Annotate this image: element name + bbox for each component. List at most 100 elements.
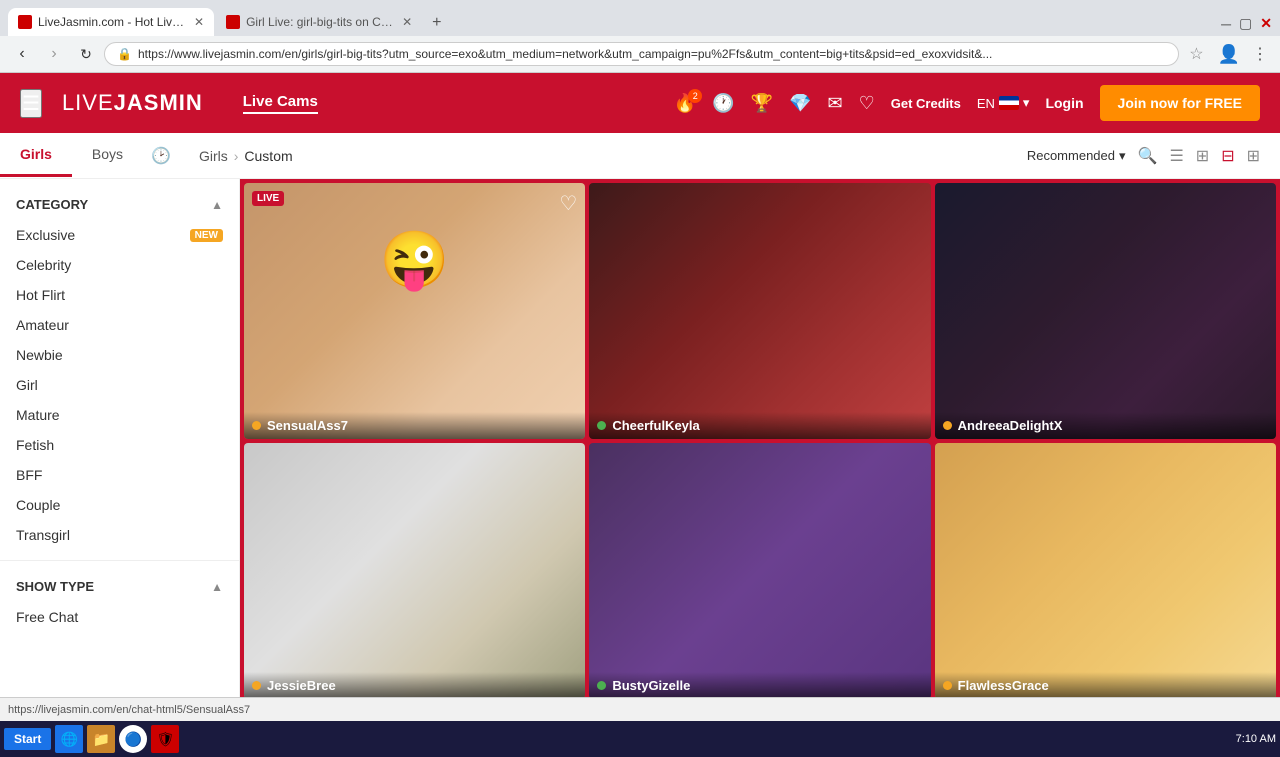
maximize-button[interactable]: ▢ <box>1239 15 1252 32</box>
breadcrumb: Girls › Custom <box>199 148 293 164</box>
category-amateur[interactable]: Amateur <box>0 310 239 340</box>
history-button[interactable]: 🕑 <box>143 138 179 174</box>
cam-card-3[interactable]: AndreeaDelightX <box>935 183 1276 439</box>
cam-card-4[interactable]: JessieBree <box>244 443 585 697</box>
heart-icon-button[interactable]: ♡ <box>859 93 875 114</box>
online-dot-1 <box>252 421 261 430</box>
taskbar: Start 🌐 📁 🔵 🛡 7:10 AM <box>0 721 1280 757</box>
category-transgirl[interactable]: Transgirl <box>0 520 239 550</box>
browser-tab-2[interactable]: Girl Live: girl-big-tits on Cam | LiveJa… <box>216 8 422 36</box>
close-window-button[interactable]: ✕ <box>1260 15 1272 32</box>
online-dot-2 <box>597 421 606 430</box>
status-url: https://livejasmin.com/en/chat-html5/Sen… <box>8 704 250 716</box>
smiley-emoji-1: 😜 <box>380 227 450 293</box>
browser-tabs: LiveJasmin.com - Hot Live Sex Sho... ✕ G… <box>0 0 1280 36</box>
category-newbie[interactable]: Newbie <box>0 340 239 370</box>
grid-small-view-button[interactable]: ⊞ <box>1247 146 1260 166</box>
login-button[interactable]: Login <box>1045 95 1083 111</box>
category-section: Category ▲ Exclusive NEW Celebrity Hot F… <box>0 179 239 560</box>
heart-button-1[interactable]: ♡ <box>559 191 577 216</box>
taskbar-icon-ie[interactable]: 🌐 <box>55 725 83 753</box>
tab-title-2: Girl Live: girl-big-tits on Cam | LiveJa… <box>246 15 396 29</box>
diamond-icon-button[interactable]: 💎 <box>789 93 811 114</box>
nav-icons: 🔥 2 🕐 🏆 💎 ✉ ♡ Get Credits EN ▾ Login Joi… <box>674 85 1260 121</box>
language-code: EN <box>977 96 995 111</box>
reload-button[interactable]: ↻ <box>72 40 100 68</box>
category-fetish[interactable]: Fetish <box>0 430 239 460</box>
cam-overlay-2: CheerfulKeyla <box>589 412 930 439</box>
language-selector[interactable]: EN ▾ <box>977 95 1030 111</box>
profile-icon[interactable]: 👤 <box>1214 44 1244 65</box>
cam-card-2[interactable]: CheerfulKeyla <box>589 183 930 439</box>
nav-live-cams[interactable]: Live Cams <box>243 93 318 114</box>
trophy-icon-button[interactable]: 🏆 <box>751 93 773 114</box>
online-dot-5 <box>597 681 606 690</box>
tab-close-2[interactable]: ✕ <box>402 15 412 29</box>
taskbar-icon-chrome[interactable]: 🔵 <box>119 725 147 753</box>
lang-chevron-icon: ▾ <box>1023 95 1030 111</box>
show-type-free-chat[interactable]: Free Chat <box>0 602 239 632</box>
join-button[interactable]: Join now for FREE <box>1100 85 1260 121</box>
category-mature[interactable]: Mature <box>0 400 239 430</box>
new-tab-button[interactable]: + <box>424 10 449 36</box>
category-section-header[interactable]: Category ▲ <box>0 189 239 220</box>
cam-card-1[interactable]: LIVE 😜 ♡ SensualAss7 <box>244 183 585 439</box>
start-button[interactable]: Start <box>4 728 51 750</box>
omnibar[interactable]: 🔒 https://www.livejasmin.com/en/girls/gi… <box>104 42 1179 66</box>
mail-icon-button[interactable]: ✉ <box>828 93 843 114</box>
omnibar-row: ‹ › ↻ 🔒 https://www.livejasmin.com/en/gi… <box>0 36 1280 72</box>
cam-card-5[interactable]: BustyGizelle <box>589 443 930 697</box>
category-celebrity[interactable]: Celebrity <box>0 250 239 280</box>
tab-boys[interactable]: Boys <box>72 134 143 177</box>
category-couple[interactable]: Couple <box>0 490 239 520</box>
performer-name-4: JessieBree <box>267 678 336 693</box>
cam-overlay-5: BustyGizelle <box>589 672 930 697</box>
star-icon[interactable]: ☆ <box>1183 44 1209 64</box>
category-girl[interactable]: Girl <box>0 370 239 400</box>
cam-overlay-3: AndreeaDelightX <box>935 412 1276 439</box>
get-credits-link[interactable]: Get Credits <box>891 96 961 111</box>
main-layout: Category ▲ Exclusive NEW Celebrity Hot F… <box>0 179 1280 697</box>
tab-favicon-2 <box>226 15 240 29</box>
category-bff[interactable]: BFF <box>0 460 239 490</box>
performer-name-1: SensualAss7 <box>267 418 348 433</box>
status-bar: https://livejasmin.com/en/chat-html5/Sen… <box>0 697 1280 721</box>
url-display: https://www.livejasmin.com/en/girls/girl… <box>138 47 992 61</box>
hamburger-menu[interactable]: ☰ <box>20 89 42 118</box>
clock-icon-button[interactable]: 🕐 <box>712 93 734 114</box>
cam-overlay-4: JessieBree <box>244 672 585 697</box>
show-type-toggle-icon: ▲ <box>211 580 223 594</box>
site-logo: LIVEJASMIN <box>62 90 203 116</box>
grid-large-view-button[interactable]: ⊟ <box>1221 146 1234 166</box>
flame-icon-button[interactable]: 🔥 2 <box>674 93 696 114</box>
list-view-button[interactable]: ☰ <box>1169 146 1183 166</box>
back-button[interactable]: ‹ <box>8 40 36 68</box>
flag-icon <box>999 96 1019 110</box>
sidebar: Category ▲ Exclusive NEW Celebrity Hot F… <box>0 179 240 697</box>
tab-girls[interactable]: Girls <box>0 134 72 177</box>
main-nav: Live Cams <box>243 93 318 114</box>
notification-badge: 2 <box>688 89 702 103</box>
cam-card-6[interactable]: FlawlessGrace <box>935 443 1276 697</box>
lock-icon: 🔒 <box>117 47 132 61</box>
forward-button[interactable]: › <box>40 40 68 68</box>
taskbar-icon-folder[interactable]: 📁 <box>87 725 115 753</box>
category-exclusive[interactable]: Exclusive NEW <box>0 220 239 250</box>
category-hot-flirt[interactable]: Hot Flirt <box>0 280 239 310</box>
new-badge-exclusive: NEW <box>190 229 223 242</box>
search-icon-button[interactable]: 🔍 <box>1138 146 1158 166</box>
browser-tab-1[interactable]: LiveJasmin.com - Hot Live Sex Sho... ✕ <box>8 8 214 36</box>
grid-medium-view-button[interactable]: ⊞ <box>1196 146 1209 166</box>
taskbar-icon-security[interactable]: 🛡 <box>151 725 179 753</box>
sort-dropdown[interactable]: Recommended ▾ <box>1027 148 1126 164</box>
breadcrumb-girls[interactable]: Girls <box>199 148 228 164</box>
tab-close-1[interactable]: ✕ <box>194 15 204 29</box>
performer-grid: LIVE 😜 ♡ SensualAss7 CheerfulKeyla <box>244 183 1276 697</box>
breadcrumb-custom: Custom <box>244 148 292 164</box>
menu-icon[interactable]: ⋮ <box>1248 44 1272 64</box>
show-type-section: Show type ▲ Free Chat <box>0 561 239 642</box>
content-area: LIVE 😜 ♡ SensualAss7 CheerfulKeyla <box>240 179 1280 697</box>
online-dot-3 <box>943 421 952 430</box>
show-type-section-header[interactable]: Show type ▲ <box>0 571 239 602</box>
minimize-button[interactable]: ─ <box>1221 16 1231 32</box>
